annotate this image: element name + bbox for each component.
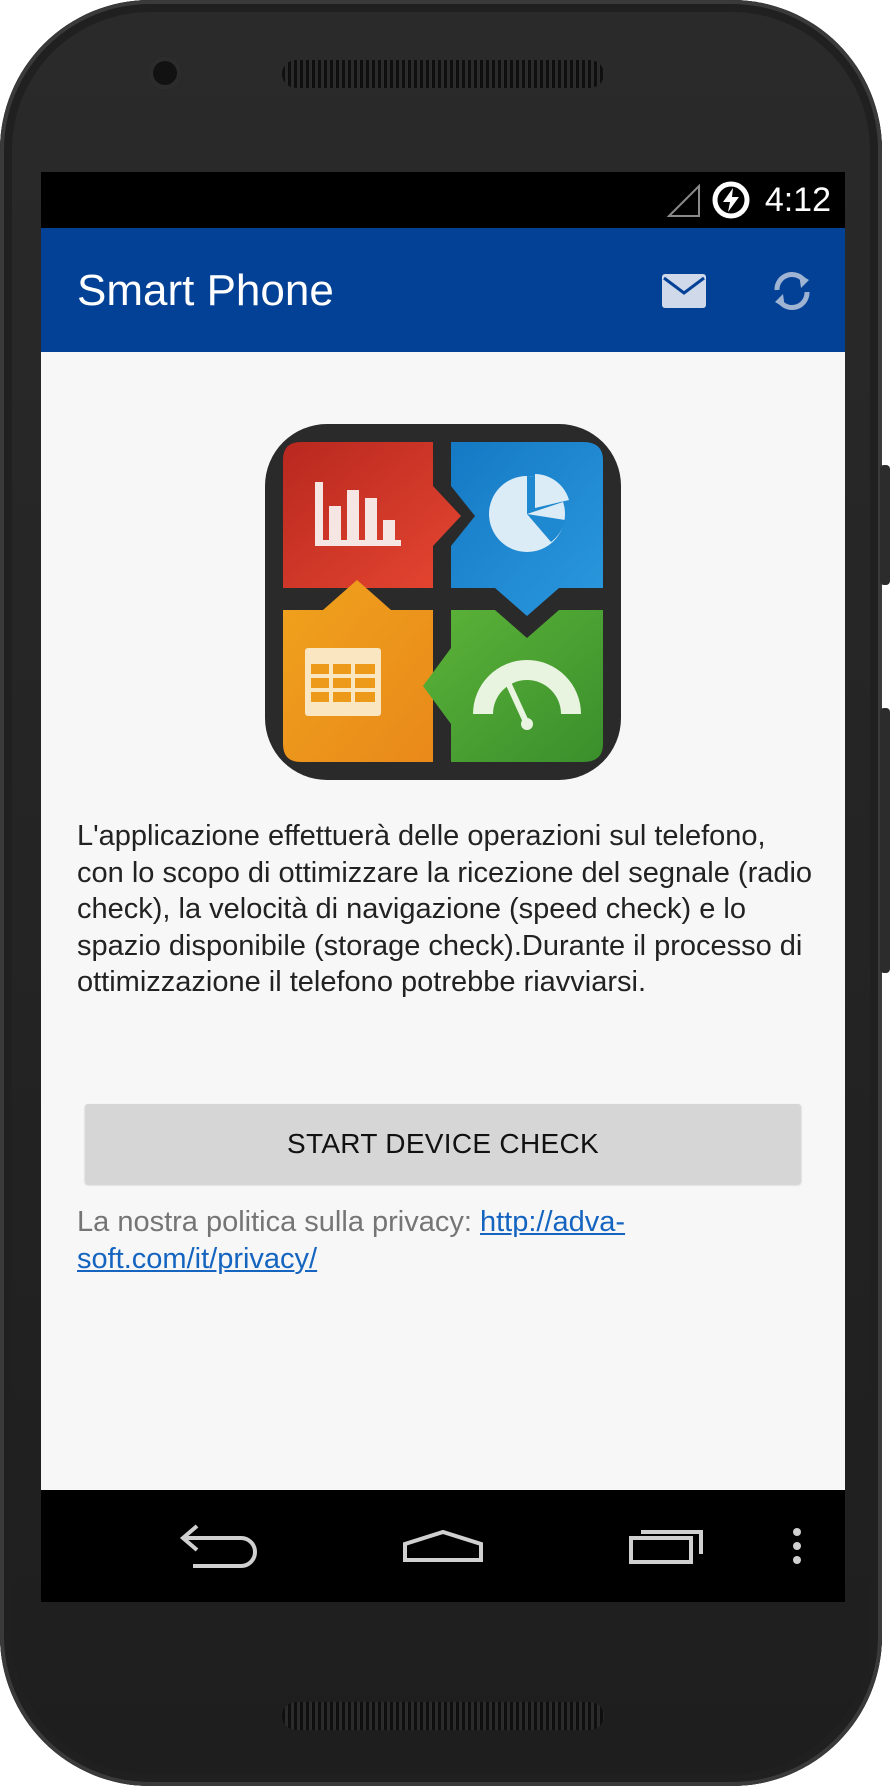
- power-button: [880, 465, 890, 585]
- main-content: L'applicazione effettuerà delle operazio…: [41, 352, 845, 1602]
- privacy-label: La nostra politica sulla privacy:: [77, 1206, 480, 1238]
- top-speaker: [282, 60, 604, 88]
- volume-button: [880, 708, 890, 973]
- description-text: L'applicazione effettuerà delle operazio…: [77, 820, 813, 998]
- signal-icon: [667, 183, 700, 217]
- navigation-bar: [41, 1490, 845, 1602]
- start-device-check-button[interactable]: START DEVICE CHECK: [85, 1104, 801, 1184]
- back-icon[interactable]: [179, 1514, 259, 1578]
- front-camera: [148, 56, 182, 90]
- privacy-text: La nostra politica sulla privacy: http:/…: [77, 1204, 777, 1277]
- app-bar: Smart Phone: [41, 228, 845, 352]
- status-bar: 4:12: [41, 172, 845, 228]
- phone-frame: 4:12 Smart Phone L'applicazione effettue…: [0, 0, 890, 1786]
- refresh-icon[interactable]: [767, 266, 817, 316]
- status-time: 4:12: [764, 181, 831, 219]
- app-title: Smart Phone: [77, 266, 334, 315]
- home-icon[interactable]: [401, 1514, 485, 1578]
- recents-icon[interactable]: [627, 1514, 707, 1578]
- bottom-speaker: [282, 1702, 604, 1730]
- screen: 4:12 Smart Phone L'applicazione effettue…: [41, 172, 845, 1602]
- app-logo-icon: [265, 424, 621, 780]
- overflow-menu-icon[interactable]: [787, 1514, 807, 1578]
- battery-charging-icon: [712, 181, 750, 219]
- mail-icon[interactable]: [659, 266, 709, 316]
